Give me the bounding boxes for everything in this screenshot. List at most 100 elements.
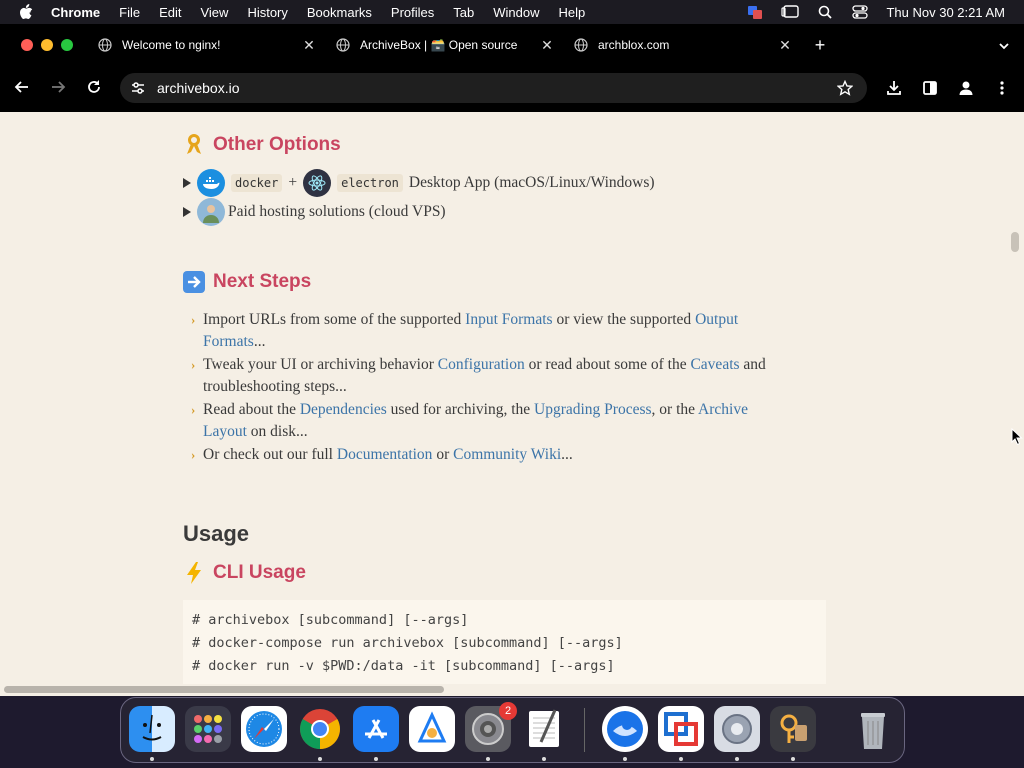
- site-info-icon[interactable]: [130, 80, 146, 96]
- dependencies-link[interactable]: Dependencies: [300, 401, 387, 418]
- close-tab-icon[interactable]: ✕: [540, 38, 554, 52]
- spotlight-search-icon[interactable]: [816, 4, 834, 20]
- usage-heading: Usage: [183, 521, 250, 546]
- running-indicator: [374, 757, 378, 761]
- next-steps-heading-text: Next Steps: [213, 271, 312, 292]
- minimize-window-button[interactable]: [41, 39, 53, 51]
- vertical-scrollbar-thumb[interactable]: [1011, 232, 1019, 252]
- download-icon[interactable]: [885, 79, 903, 97]
- back-button[interactable]: [13, 78, 31, 96]
- running-indicator: [623, 757, 627, 761]
- menu-bar-clock[interactable]: Thu Nov 30 2:21 AM: [886, 5, 1005, 20]
- utility-settings-icon[interactable]: [714, 706, 760, 752]
- chevron-right-icon: ›: [191, 357, 196, 372]
- menu-window[interactable]: Window: [493, 5, 539, 20]
- list-text: Or check out our full: [203, 446, 337, 463]
- globe-icon: [98, 38, 112, 52]
- disclosure-triangle-icon[interactable]: [183, 207, 191, 217]
- menu-tab[interactable]: Tab: [453, 5, 474, 20]
- menu-history[interactable]: History: [247, 5, 287, 20]
- list-text: , or the: [651, 401, 699, 418]
- code-line: # docker run -v $PWD:/data -it [subcomma…: [192, 658, 615, 674]
- list-text: Import URLs from some of the supported: [203, 311, 466, 328]
- desktop-app-text: Desktop App (macOS/Linux/Windows): [408, 174, 655, 191]
- reload-button[interactable]: [85, 78, 103, 96]
- running-indicator: [150, 757, 154, 761]
- hosting-text: Paid hosting solutions (cloud VPS): [228, 203, 446, 220]
- configuration-link[interactable]: Configuration: [438, 356, 525, 373]
- xcode-instruments-icon[interactable]: [409, 706, 455, 752]
- menu-bookmarks[interactable]: Bookmarks: [307, 5, 372, 20]
- list-text: ...: [253, 333, 266, 350]
- link-text[interactable]: Archive: [698, 401, 748, 418]
- control-center-icon[interactable]: [851, 4, 869, 20]
- side-panel-icon[interactable]: [921, 79, 939, 97]
- menu-view[interactable]: View: [200, 5, 228, 20]
- menu-help[interactable]: Help: [559, 5, 586, 20]
- list-text: or view the supported: [552, 311, 696, 328]
- tab-archivebox[interactable]: ArchiveBox | 🗃️ Open source ✕: [336, 30, 554, 60]
- url-text[interactable]: archivebox.io: [157, 80, 240, 96]
- list-text: used for archiving, the: [386, 401, 535, 418]
- caveats-link[interactable]: Caveats: [690, 356, 739, 373]
- stage-manager-icon[interactable]: [781, 4, 800, 20]
- desktop-app-details[interactable]: docker + electron Desktop App (macOS/Lin…: [183, 169, 655, 197]
- apple-menu-icon[interactable]: [19, 4, 35, 20]
- documentation-link[interactable]: Documentation: [337, 446, 433, 463]
- launchpad-icon[interactable]: [185, 706, 231, 752]
- menu-edit[interactable]: Edit: [159, 5, 181, 20]
- menu-profiles[interactable]: Profiles: [391, 5, 434, 20]
- chrome-menu-icon[interactable]: [993, 79, 1011, 97]
- list-item: › Or check out our full Documentation or…: [191, 444, 803, 466]
- forward-button[interactable]: [49, 78, 67, 96]
- system-settings-icon[interactable]: 2: [465, 702, 517, 752]
- lightning-icon: [183, 562, 205, 584]
- menu-file[interactable]: File: [119, 5, 140, 20]
- cli-code-block[interactable]: # archivebox [subcommand] [--args] # doc…: [183, 600, 826, 692]
- finder-icon[interactable]: [129, 706, 175, 752]
- screen-mirror-icon[interactable]: [746, 4, 764, 20]
- input-formats-link[interactable]: Input Formats: [465, 311, 552, 328]
- macos-menu-bar: Chrome File Edit View History Bookmarks …: [0, 0, 1024, 24]
- app-store-icon[interactable]: [353, 706, 399, 752]
- hosting-details[interactable]: Paid hosting solutions (cloud VPS): [183, 198, 446, 226]
- tab-title: Welcome to nginx!: [122, 38, 221, 52]
- safari-icon[interactable]: [241, 706, 287, 752]
- trash-icon[interactable]: [850, 706, 896, 752]
- address-bar[interactable]: archivebox.io: [120, 73, 867, 103]
- list-text: Read about the: [203, 401, 300, 418]
- link-text[interactable]: Layout: [203, 423, 247, 440]
- upgrading-process-link[interactable]: Upgrading Process: [534, 401, 652, 418]
- vmware-fusion-icon[interactable]: [658, 706, 704, 752]
- code-line: # archivebox [subcommand] [--args]: [192, 612, 469, 628]
- chrome-icon[interactable]: [297, 706, 343, 752]
- tab-title: archblox.com: [598, 38, 670, 52]
- bookmark-star-icon[interactable]: [836, 79, 854, 96]
- profile-avatar-icon[interactable]: [957, 79, 975, 97]
- horizontal-scrollbar[interactable]: [0, 684, 1024, 696]
- tab-archblox[interactable]: archblox.com ✕: [574, 30, 792, 60]
- docker-icon: [197, 169, 225, 197]
- keychain-access-icon[interactable]: [770, 706, 816, 752]
- horizontal-scrollbar-thumb[interactable]: [4, 686, 444, 693]
- chevron-right-icon: ›: [191, 402, 196, 417]
- tab-nginx[interactable]: Welcome to nginx! ✕: [98, 30, 316, 60]
- new-tab-button[interactable]: +: [812, 36, 828, 54]
- link-text[interactable]: Formats: [203, 333, 254, 350]
- disclosure-triangle-icon[interactable]: [183, 178, 191, 188]
- menu-app-name[interactable]: Chrome: [51, 5, 100, 20]
- close-window-button[interactable]: [21, 39, 33, 51]
- link-text[interactable]: Output: [695, 311, 738, 328]
- textedit-icon[interactable]: [521, 706, 567, 752]
- zoom-window-button[interactable]: [61, 39, 73, 51]
- plus-text: +: [288, 174, 298, 191]
- close-tab-icon[interactable]: ✕: [778, 38, 792, 52]
- other-options-heading-text: Other Options: [213, 134, 341, 155]
- list-text: Tweak your UI or archiving behavior: [203, 356, 438, 373]
- close-tab-icon[interactable]: ✕: [302, 38, 316, 52]
- browser-window-chrome: Welcome to nginx! ✕ ArchiveBox | 🗃️ Open…: [0, 24, 1024, 112]
- thunderbird-icon[interactable]: [602, 706, 648, 752]
- tab-search-chevron-icon[interactable]: [996, 38, 1012, 54]
- community-wiki-link[interactable]: Community Wiki: [453, 446, 561, 463]
- electron-code: electron: [337, 174, 403, 192]
